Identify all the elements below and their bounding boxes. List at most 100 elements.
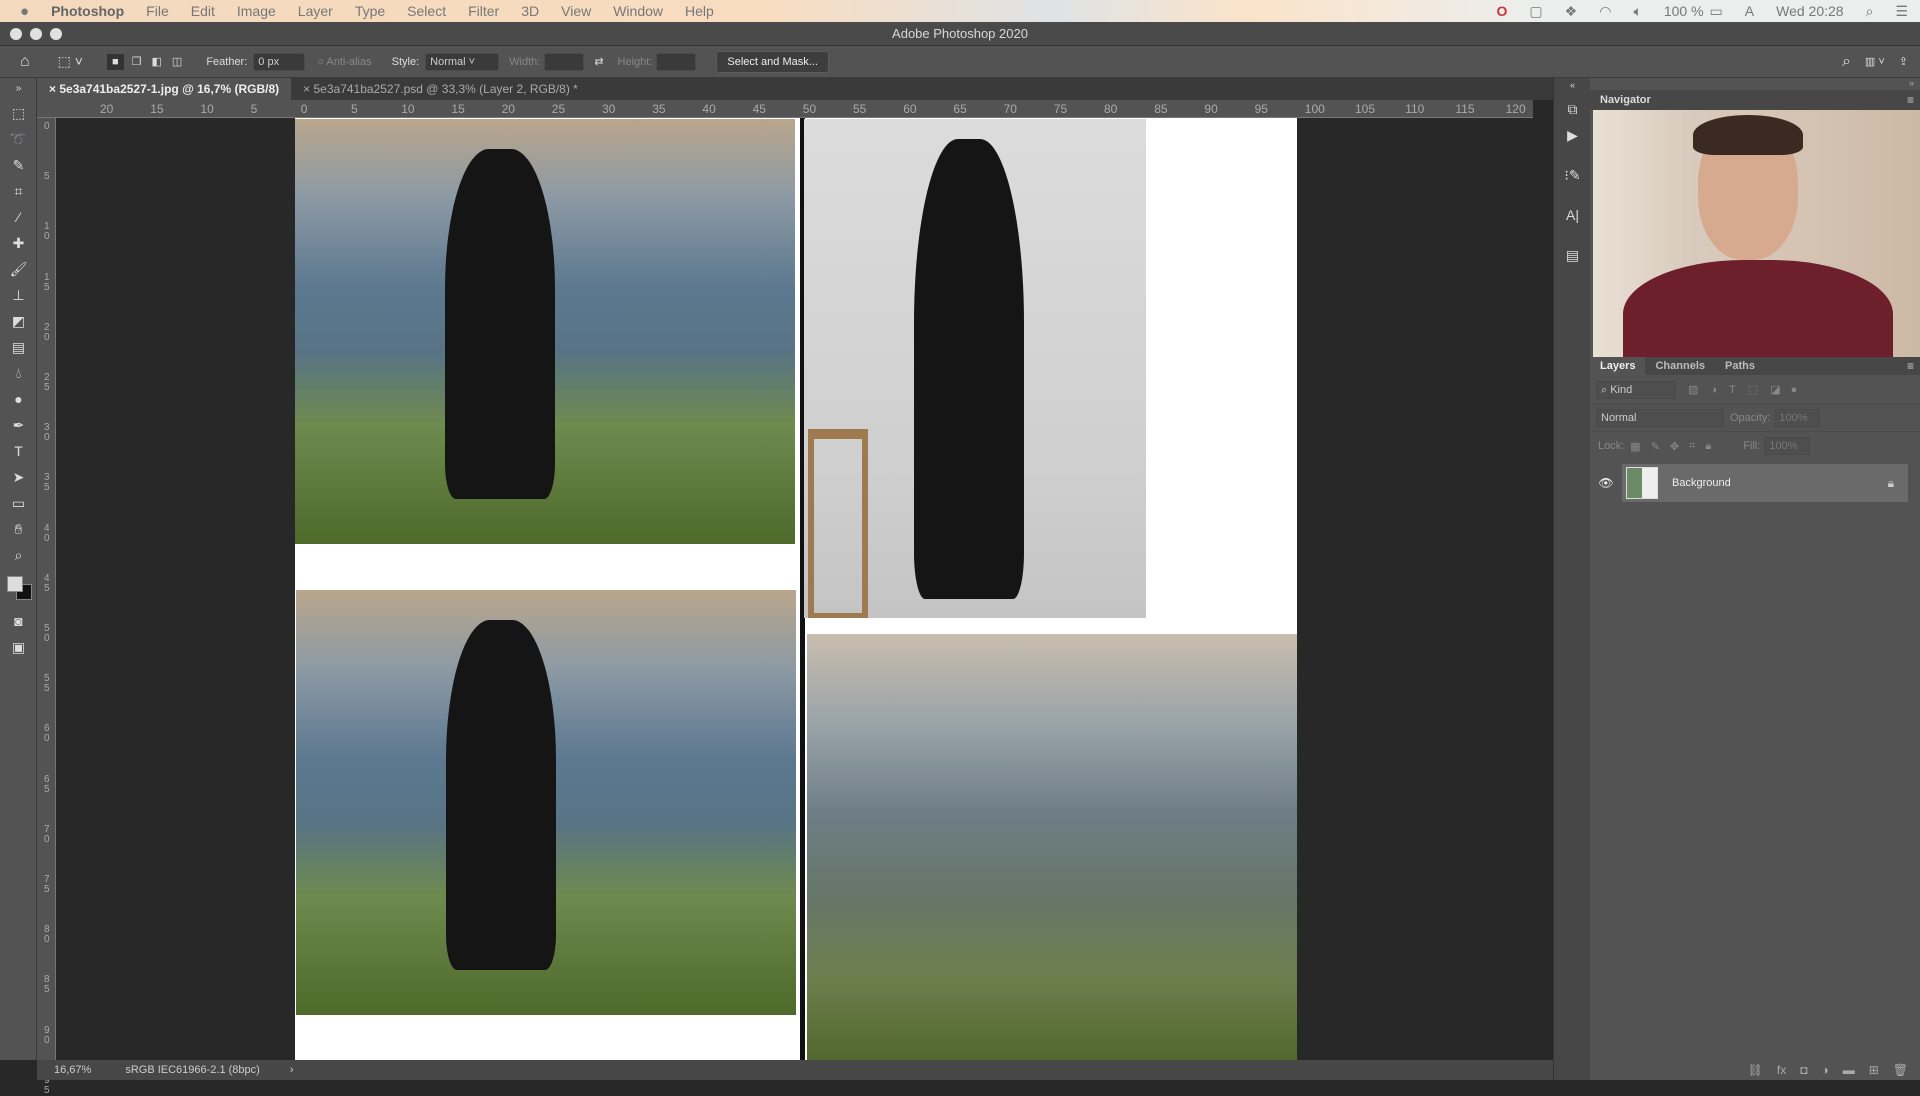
width-input[interactable] <box>544 52 585 71</box>
navigator-preview[interactable] <box>1593 110 1920 357</box>
dodge-tool[interactable]: ● <box>0 386 37 412</box>
lock-position-icon[interactable]: ✥ <box>1670 440 1679 453</box>
quick-mask-icon[interactable]: ◙ <box>0 608 37 634</box>
intersect-selection-icon[interactable]: ◫ <box>172 55 182 68</box>
zoom-window-button[interactable] <box>50 28 62 40</box>
filter-shape-icon[interactable]: ⬚ <box>1748 383 1758 396</box>
lock-all-icon[interactable]: 🔒︎ <box>1705 440 1711 453</box>
menu-3d[interactable]: 3D <box>521 3 539 19</box>
lasso-tool[interactable]: ➰ <box>0 126 37 152</box>
select-and-mask-button[interactable]: Select and Mask... <box>716 50 829 73</box>
character-icon[interactable]: A| <box>1554 202 1591 228</box>
menu-app[interactable]: Photoshop <box>51 3 124 19</box>
workspace-icon[interactable]: ▥ ˅ <box>1865 55 1885 68</box>
swap-icon[interactable]: ⇄ <box>594 55 603 68</box>
fill-input[interactable]: 100% <box>1764 437 1811 455</box>
close-tab-icon[interactable]: × <box>49 82 59 96</box>
minimize-window-button[interactable] <box>30 28 42 40</box>
path-selection-tool[interactable]: ➤ <box>0 464 37 490</box>
quick-selection-tool[interactable]: ✎ <box>0 152 37 178</box>
clone-stamp-tool[interactable]: ⊥ <box>0 282 37 308</box>
blur-tool[interactable]: 💧︎ <box>0 360 37 386</box>
zoom-level[interactable]: 16,67% <box>54 1064 91 1076</box>
menu-layer[interactable]: Layer <box>298 3 333 19</box>
document-profile[interactable]: sRGB IEC61966-2.1 (8bpc) <box>125 1064 260 1076</box>
filter-type-icon[interactable]: T <box>1729 384 1736 396</box>
properties-icon[interactable]: ▤ <box>1554 242 1591 268</box>
tab-document-1[interactable]: × 5e3a741ba2527-1.jpg @ 16,7% (RGB/8) <box>37 78 292 100</box>
eraser-tool[interactable]: ◩ <box>0 308 37 334</box>
panel-menu-icon[interactable]: ≡ <box>1907 93 1920 107</box>
type-tool[interactable]: T <box>0 438 37 464</box>
wifi-icon[interactable]: ◠ <box>1599 3 1611 20</box>
home-icon[interactable]: ⌂ <box>20 53 30 71</box>
menu-window[interactable]: Window <box>613 3 663 19</box>
menu-view[interactable]: View <box>561 3 591 19</box>
layer-style-icon[interactable]: fx <box>1777 1063 1786 1077</box>
share-icon[interactable]: ⇪ <box>1899 55 1908 68</box>
filter-adjustment-icon[interactable]: ◑ <box>1710 384 1717 396</box>
screen-mode-icon[interactable]: ▣ <box>0 634 37 660</box>
subtract-selection-icon[interactable]: ◧ <box>152 55 162 68</box>
battery-icon[interactable]: ▭ <box>1710 3 1723 20</box>
dropbox-icon[interactable]: ❖ <box>1565 3 1578 20</box>
new-layer-icon[interactable]: ⊞ <box>1869 1063 1879 1077</box>
collapse-icon[interactable]: « <box>1554 78 1591 92</box>
history-icon[interactable]: ⧉ <box>1554 96 1591 122</box>
tab-channels[interactable]: Channels <box>1645 357 1715 375</box>
new-group-icon[interactable]: ▬ <box>1843 1063 1855 1077</box>
add-selection-icon[interactable]: ❐ <box>132 55 142 68</box>
close-window-button[interactable] <box>10 28 22 40</box>
gradient-tool[interactable]: ▤ <box>0 334 37 360</box>
collapse-icon[interactable]: » <box>0 78 37 100</box>
lock-image-icon[interactable]: ✎ <box>1651 440 1660 453</box>
zoom-tool[interactable]: ⌕ <box>0 542 37 568</box>
height-input[interactable] <box>656 52 697 71</box>
menu-help[interactable]: Help <box>685 3 714 19</box>
layer-row-background[interactable]: 👁︎ Background 🔒︎ <box>1590 464 1920 502</box>
crop-tool[interactable]: ⌗ <box>0 178 37 204</box>
layers-menu-icon[interactable]: ≡ <box>1907 359 1920 373</box>
eyedropper-tool[interactable]: ⁄ <box>0 204 37 230</box>
menu-select[interactable]: Select <box>407 3 446 19</box>
close-tab-icon[interactable]: × <box>303 82 313 96</box>
tab-paths[interactable]: Paths <box>1715 357 1765 375</box>
brush-settings-icon[interactable]: ⁝✎ <box>1554 162 1591 188</box>
navigator-title[interactable]: Navigator <box>1590 91 1661 109</box>
clock[interactable]: Wed 20:28 <box>1776 3 1843 19</box>
style-select[interactable]: Normal ˅ <box>425 52 500 71</box>
volume-icon[interactable]: 🔈︎ <box>1633 3 1641 20</box>
menu-filter[interactable]: Filter <box>468 3 499 19</box>
status-arrow-icon[interactable]: › <box>290 1064 294 1076</box>
marquee-tool[interactable]: ⬚ <box>0 100 37 126</box>
lock-transparent-icon[interactable]: ▦ <box>1630 440 1640 453</box>
layer-name[interactable]: Background <box>1672 477 1731 489</box>
filter-pixel-icon[interactable]: ▨ <box>1688 383 1698 396</box>
feather-input[interactable]: 0 px <box>253 52 306 71</box>
menu-file[interactable]: File <box>146 3 169 19</box>
hand-tool[interactable]: ✋︎ <box>0 516 37 542</box>
lock-artboard-icon[interactable]: ⌗ <box>1689 440 1695 453</box>
new-selection-icon[interactable]: ■ <box>106 53 124 70</box>
tab-document-2[interactable]: × 5e3a741ba2527.psd @ 33,3% (Layer 2, RG… <box>291 78 590 100</box>
input-source-icon[interactable]: A <box>1745 3 1754 19</box>
rectangle-tool[interactable]: ▭ <box>0 490 37 516</box>
actions-play-icon[interactable]: ▶ <box>1554 122 1591 148</box>
filter-toggle[interactable]: ● <box>1791 384 1798 396</box>
layer-filter-select[interactable]: ⌕ Kind <box>1596 380 1676 399</box>
menu-image[interactable]: Image <box>237 3 276 19</box>
anti-alias-checkbox[interactable]: ○ Anti-alias <box>317 56 371 68</box>
filter-smart-object-icon[interactable]: ◪ <box>1770 383 1780 396</box>
add-mask-icon[interactable]: ◘ <box>1800 1063 1807 1077</box>
link-layers-icon[interactable]: ⛓︎ <box>1748 1063 1763 1077</box>
visibility-eye-icon[interactable]: 👁︎ <box>1590 476 1622 490</box>
spotlight-icon[interactable]: ⌕ <box>1866 3 1874 20</box>
delete-layer-icon[interactable]: 🗑︎ <box>1893 1063 1908 1077</box>
notification-center-icon[interactable]: ☰ <box>1895 3 1908 20</box>
tab-layers[interactable]: Layers <box>1590 357 1646 375</box>
opera-icon[interactable]: O <box>1497 3 1508 19</box>
menu-type[interactable]: Type <box>355 3 385 19</box>
blend-mode-select[interactable]: Normal <box>1596 409 1724 427</box>
color-swatches[interactable] <box>0 568 36 608</box>
healing-brush-tool[interactable]: ✚ <box>0 230 37 256</box>
